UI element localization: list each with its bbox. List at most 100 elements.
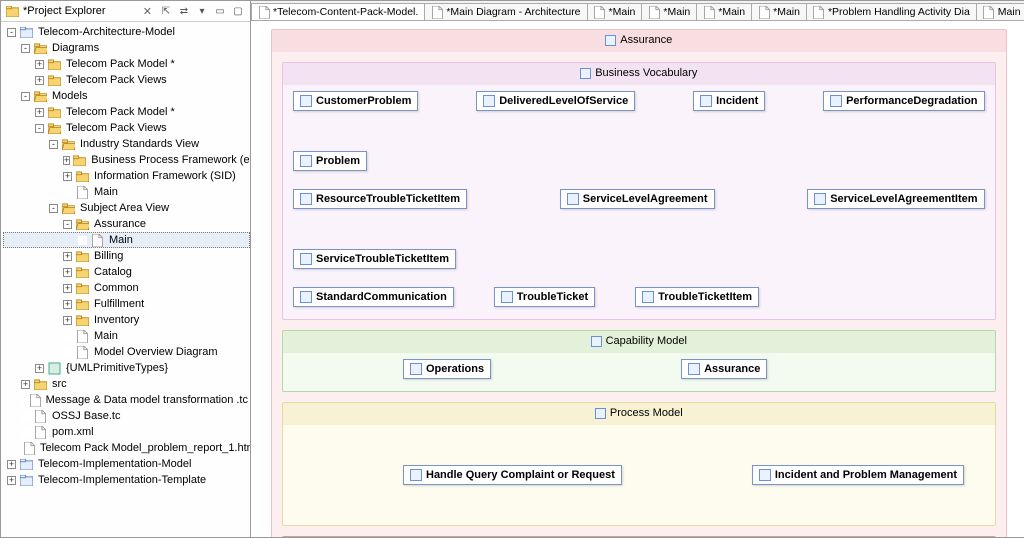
tree-row[interactable]: +Telecom-Implementation-Model bbox=[3, 456, 250, 472]
expand-icon[interactable]: + bbox=[7, 476, 16, 485]
tree-row[interactable]: Main bbox=[3, 184, 250, 200]
tree-row[interactable]: +Telecom-Implementation-Template bbox=[3, 472, 250, 488]
tree-label: Inventory bbox=[92, 313, 141, 327]
block-icon bbox=[410, 363, 422, 375]
collapse-icon[interactable]: - bbox=[7, 28, 16, 37]
editor-tab[interactable]: *Main bbox=[751, 3, 807, 20]
collapse-icon[interactable]: - bbox=[49, 140, 58, 149]
tree-row[interactable]: Message & Data model transformation .tc bbox=[3, 392, 250, 408]
tree-row[interactable]: +Catalog bbox=[3, 264, 250, 280]
maximize-icon[interactable]: ▢ bbox=[230, 3, 246, 19]
editor-tab[interactable]: *Main bbox=[641, 3, 697, 20]
diagram-block[interactable]: ResourceTroubleTicketItem bbox=[293, 189, 467, 209]
tree-row[interactable]: + Business Process Framework (eTOM bbox=[3, 152, 250, 168]
tree-row[interactable]: OSSJ Base.tc bbox=[3, 408, 250, 424]
expand-icon[interactable]: + bbox=[35, 364, 44, 373]
diagram-block[interactable]: Assurance bbox=[681, 359, 767, 379]
block-icon bbox=[410, 469, 422, 481]
diagram-block[interactable]: Problem bbox=[293, 151, 367, 171]
expand-icon[interactable]: + bbox=[35, 108, 44, 117]
diagram-root-frame[interactable]: Assurance Business VocabularyCustomerProb… bbox=[271, 29, 1007, 537]
folder-open-icon bbox=[61, 201, 75, 215]
expand-icon[interactable]: + bbox=[35, 76, 44, 85]
project-tree[interactable]: -Telecom-Architecture-Model-Diagrams+Tel… bbox=[1, 22, 250, 537]
diagram-block[interactable]: StandardCommunication bbox=[293, 287, 454, 307]
group-title-label: Process Model bbox=[610, 407, 683, 419]
tree-row[interactable]: -Diagrams bbox=[3, 40, 250, 56]
expand-icon[interactable]: + bbox=[63, 156, 70, 165]
tree-row[interactable]: pom.xml bbox=[3, 424, 250, 440]
tree-row[interactable]: Telecom Pack Model_problem_report_1.html bbox=[3, 440, 250, 456]
tree-row[interactable]: -Subject Area View bbox=[3, 200, 250, 216]
expand-icon[interactable]: + bbox=[35, 60, 44, 69]
expand-icon[interactable]: + bbox=[63, 172, 72, 181]
diagram-block[interactable]: PerformanceDegradation bbox=[823, 91, 984, 111]
diagram-group[interactable]: Process Model Handle Query Complaint or R… bbox=[282, 402, 996, 526]
expand-icon[interactable]: + bbox=[63, 268, 72, 277]
diagram-block[interactable]: Handle Query Complaint or Request bbox=[403, 465, 622, 485]
tree-row[interactable]: +Telecom Pack Model * bbox=[3, 104, 250, 120]
diagram-block[interactable]: CustomerProblem bbox=[293, 91, 418, 111]
collapse-icon[interactable]: - bbox=[21, 44, 30, 53]
tree-row[interactable]: +Billing bbox=[3, 248, 250, 264]
tree-row[interactable]: +Common bbox=[3, 280, 250, 296]
tree-row[interactable]: +src bbox=[3, 376, 250, 392]
diagram-group[interactable]: Business VocabularyCustomerProblemDelive… bbox=[282, 62, 996, 320]
tree-row[interactable]: Model Overview Diagram bbox=[3, 344, 250, 360]
editor-tab[interactable]: *Problem Handling Activity Dia bbox=[806, 3, 977, 20]
editor-tab[interactable]: Main bbox=[976, 3, 1024, 20]
tree-row[interactable]: -Telecom-Architecture-Model bbox=[3, 24, 250, 40]
editor-tab[interactable]: *Main Diagram - Architecture bbox=[424, 3, 587, 20]
collapse-icon[interactable]: - bbox=[21, 92, 30, 101]
tree-row[interactable]: +Telecom Pack Views bbox=[3, 72, 250, 88]
diagram-block[interactable]: Incident and Problem Management bbox=[752, 465, 964, 485]
tree-spacer bbox=[21, 428, 30, 437]
tree-row[interactable]: -Models bbox=[3, 88, 250, 104]
tree-row[interactable]: Main bbox=[3, 328, 250, 344]
collapse-icon[interactable]: - bbox=[49, 204, 58, 213]
tree-row[interactable]: -Telecom Pack Views bbox=[3, 120, 250, 136]
tree-row[interactable]: -Industry Standards View bbox=[3, 136, 250, 152]
view-menu-icon[interactable]: ▾ bbox=[194, 3, 210, 19]
link-with-editor-icon[interactable]: ⇄ bbox=[176, 3, 192, 19]
close-view-icon[interactable]: ✕ bbox=[141, 5, 154, 18]
collapse-icon[interactable]: - bbox=[63, 220, 72, 229]
folder-icon bbox=[75, 313, 89, 327]
tree-row[interactable]: Main bbox=[3, 232, 250, 248]
diagram-block[interactable]: TroubleTicketItem bbox=[635, 287, 759, 307]
editor-tab[interactable]: *Main bbox=[696, 3, 752, 20]
collapse-all-icon[interactable]: ⇱ bbox=[158, 3, 174, 19]
expand-icon[interactable]: + bbox=[63, 252, 72, 261]
diagram-canvas[interactable]: Assurance Business VocabularyCustomerProb… bbox=[251, 21, 1024, 537]
tree-row[interactable]: +Fulfillment bbox=[3, 296, 250, 312]
expand-icon[interactable]: + bbox=[21, 380, 30, 389]
tree-row[interactable]: -Assurance bbox=[3, 216, 250, 232]
tree-row[interactable]: + Inventory bbox=[3, 312, 250, 328]
tree-row[interactable]: +{UMLPrimitiveTypes} bbox=[3, 360, 250, 376]
diagram-block[interactable]: ServiceTroubleTicketItem bbox=[293, 249, 456, 269]
tree-row[interactable]: +Telecom Pack Model * bbox=[3, 56, 250, 72]
expand-icon[interactable]: + bbox=[7, 460, 16, 469]
diagram-block[interactable]: Operations bbox=[403, 359, 491, 379]
diagram-block[interactable]: DeliveredLevelOfService bbox=[476, 91, 635, 111]
collapse-icon[interactable]: - bbox=[35, 124, 44, 133]
block-label: StandardCommunication bbox=[316, 291, 447, 303]
diagram-block[interactable]: Incident bbox=[693, 91, 765, 111]
expand-icon[interactable]: + bbox=[63, 300, 72, 309]
diagram-block[interactable]: TroubleTicket bbox=[494, 287, 595, 307]
diagram-block[interactable]: ServiceLevelAgreementItem bbox=[807, 189, 984, 209]
diagram-group[interactable]: Capability ModelOperationsAssurance bbox=[282, 330, 996, 392]
expand-icon[interactable]: + bbox=[63, 316, 72, 325]
tree-label: Model Overview Diagram bbox=[92, 345, 219, 359]
diagram-group[interactable]: Services ModelData ModelMessaging ModelS… bbox=[282, 536, 996, 537]
tree-spacer bbox=[21, 412, 30, 421]
editor-tab[interactable]: *Telecom-Content-Pack-Model. bbox=[251, 3, 425, 20]
minimize-icon[interactable]: ▭ bbox=[212, 3, 228, 19]
block-label: Operations bbox=[426, 363, 484, 375]
tree-label: Business Process Framework (eTOM bbox=[89, 153, 250, 167]
editor-tab[interactable]: *Main bbox=[587, 3, 643, 20]
diagram-file-icon bbox=[258, 6, 270, 18]
diagram-block[interactable]: ServiceLevelAgreement bbox=[560, 189, 715, 209]
expand-icon[interactable]: + bbox=[63, 284, 72, 293]
tree-row[interactable]: +Information Framework (SID) bbox=[3, 168, 250, 184]
